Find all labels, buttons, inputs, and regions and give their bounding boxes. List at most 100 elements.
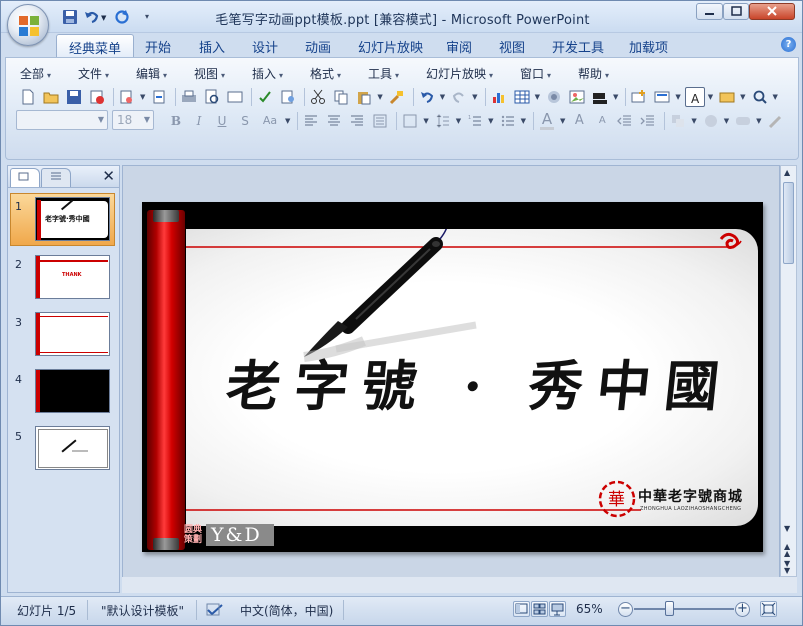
slide-sorter-button[interactable]	[531, 601, 548, 617]
tab-developer[interactable]: 开发工具	[540, 34, 616, 57]
tab-insert[interactable]: 插入	[187, 34, 237, 57]
shape-outline-icon[interactable]	[766, 111, 786, 131]
align-right-icon[interactable]	[347, 111, 367, 131]
paste-icon[interactable]	[354, 87, 374, 107]
menu-window[interactable]: 窗口 ▾	[520, 65, 551, 82]
menu-format[interactable]: 格式 ▾	[310, 65, 341, 82]
slide-sorter-icon[interactable]	[225, 87, 245, 107]
language-indicator[interactable]: 中文(简体，中国)	[240, 602, 333, 619]
scroll-up-icon[interactable]: ▲	[784, 168, 790, 177]
font-size-combo[interactable]: 18 ▼	[112, 110, 154, 130]
zoom-slider-track[interactable]	[634, 608, 734, 610]
permission-icon[interactable]	[87, 87, 107, 107]
tab-home[interactable]: 开始	[133, 34, 183, 57]
tab-review[interactable]: 审阅	[434, 34, 484, 57]
bold-button[interactable]: B	[166, 111, 186, 131]
scroll-thumb[interactable]	[783, 182, 794, 264]
grow-font-icon[interactable]: A	[569, 111, 589, 131]
previous-slide-icon[interactable]: ▲ ▲	[784, 543, 790, 558]
format-painter-icon[interactable]	[387, 87, 407, 107]
cut-icon[interactable]	[308, 87, 328, 107]
next-slide-icon[interactable]: ▼ ▼	[784, 560, 790, 575]
increase-indent-icon[interactable]	[638, 111, 658, 131]
shrink-font-icon[interactable]: A	[592, 111, 612, 131]
slide-thumbnail-2[interactable]: THANK	[35, 255, 110, 299]
menu-all[interactable]: 全部 ▾	[20, 65, 51, 82]
tab-animation[interactable]: 动画	[293, 34, 343, 57]
help-icon[interactable]: ?	[781, 37, 796, 52]
print-icon[interactable]	[179, 87, 199, 107]
table-icon[interactable]	[512, 87, 532, 107]
shadow-button[interactable]: S	[235, 111, 255, 131]
textbox-icon[interactable]: A	[684, 86, 705, 107]
picture-icon[interactable]	[567, 87, 587, 107]
underline-button[interactable]: U	[212, 111, 232, 131]
tab-slideshow[interactable]: 幻灯片放映	[346, 34, 435, 57]
undo-icon[interactable]	[417, 87, 437, 107]
bullets-icon[interactable]	[498, 111, 518, 131]
tab-slides[interactable]	[10, 168, 40, 187]
office-button[interactable]	[7, 4, 49, 46]
find-icon[interactable]	[750, 87, 770, 107]
menu-edit[interactable]: 编辑 ▾	[136, 65, 167, 82]
menu-help[interactable]: 帮助 ▾	[578, 65, 609, 82]
tab-outline[interactable]	[41, 168, 71, 187]
zoom-out-icon[interactable]: −	[618, 602, 633, 617]
arrange-icon[interactable]	[668, 111, 688, 131]
normal-view-button[interactable]	[513, 601, 530, 617]
line-spacing-icon[interactable]	[433, 111, 453, 131]
justify-icon[interactable]	[370, 111, 390, 131]
new-slide-icon[interactable]	[629, 87, 649, 107]
shape-effects-icon[interactable]	[733, 111, 753, 131]
slide-thumbnail-5[interactable]	[35, 426, 110, 470]
slide-thumbnail-3[interactable]	[35, 312, 110, 356]
decrease-indent-icon[interactable]	[615, 111, 635, 131]
zoom-slider-thumb[interactable]	[665, 601, 674, 616]
tab-addins[interactable]: 加载项	[617, 34, 680, 57]
maximize-button[interactable]	[723, 3, 749, 20]
italic-button[interactable]: I	[189, 111, 209, 131]
slide-thumbnail-1[interactable]: 老字號·秀中國	[35, 197, 110, 241]
new-document-icon[interactable]	[18, 87, 38, 107]
tab-classic-menu[interactable]: 经典菜单	[56, 34, 135, 57]
theme-name[interactable]: "默认设计模板"	[101, 602, 184, 619]
save-icon[interactable]	[64, 87, 84, 107]
slideshow-button[interactable]	[549, 601, 566, 617]
menu-slideshow[interactable]: 幻灯片放映 ▾	[426, 65, 493, 82]
font-color-icon[interactable]: A	[537, 111, 557, 131]
font-name-combo[interactable]: ▼	[16, 110, 108, 130]
tab-design[interactable]: 设计	[240, 34, 290, 57]
slide-canvas[interactable]: 老字號 · 秀中國 圆典 策劃 Y&D 華 中華老字號商城 ZHONGHUA L…	[142, 202, 763, 552]
slide-thumbnail-4[interactable]	[35, 369, 110, 413]
publish-icon[interactable]	[149, 87, 169, 107]
menu-insert[interactable]: 插入 ▾	[252, 65, 283, 82]
vertical-scrollbar[interactable]: ▲ ▼ ▲ ▲ ▼ ▼	[780, 165, 797, 577]
change-case-button[interactable]: Aa	[258, 111, 282, 131]
print-preview-dropdown-icon[interactable]	[117, 87, 137, 107]
close-panel-icon[interactable]: ✕	[102, 167, 115, 185]
fill-color-icon[interactable]	[590, 87, 610, 107]
align-left-icon[interactable]	[301, 111, 321, 131]
preview-icon[interactable]	[202, 87, 222, 107]
shape-fill-icon[interactable]	[701, 111, 721, 131]
zoom-in-icon[interactable]: +	[735, 602, 750, 617]
text-direction-icon[interactable]	[400, 111, 420, 131]
fit-to-window-button[interactable]	[760, 601, 777, 617]
spelling-icon[interactable]	[255, 87, 275, 107]
scroll-down-icon[interactable]: ▼	[784, 524, 790, 533]
menu-file[interactable]: 文件 ▾	[78, 65, 109, 82]
research-icon[interactable]	[278, 87, 298, 107]
minimize-button[interactable]	[696, 3, 723, 20]
clip-art-icon[interactable]	[544, 87, 564, 107]
redo-icon[interactable]	[449, 87, 469, 107]
copy-icon[interactable]	[331, 87, 351, 107]
zoom-level[interactable]: 65%	[576, 602, 603, 616]
numbering-icon[interactable]: 1	[465, 111, 485, 131]
menu-view[interactable]: 视图 ▾	[194, 65, 225, 82]
layout-icon[interactable]	[652, 87, 672, 107]
shapes-icon[interactable]	[717, 87, 737, 107]
spell-check-icon[interactable]	[206, 603, 224, 617]
tab-view[interactable]: 视图	[487, 34, 537, 57]
menu-tools[interactable]: 工具 ▾	[368, 65, 399, 82]
open-folder-icon[interactable]	[41, 87, 61, 107]
